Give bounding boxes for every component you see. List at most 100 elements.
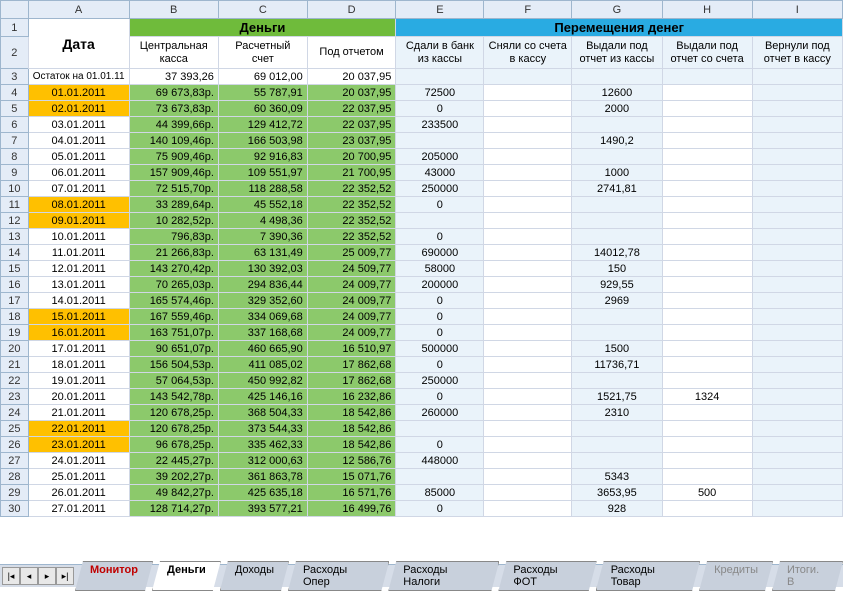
cell-move-6-4[interactable]	[752, 117, 842, 133]
cell-money-17-1[interactable]: 329 352,60	[218, 293, 307, 309]
spreadsheet-grid[interactable]: ABCDEFGHI1ДатаДеньгиПеремещения денег2Це…	[0, 0, 843, 560]
cell-money-8-0[interactable]: 75 909,46р.	[129, 149, 218, 165]
cell-date-14[interactable]: 11.01.2011	[28, 245, 129, 261]
cell-money-23-0[interactable]: 143 542,78р.	[129, 389, 218, 405]
cell-money-9-2[interactable]: 21 700,95	[307, 165, 396, 181]
cell-money-29-1[interactable]: 425 635,18	[218, 485, 307, 501]
row-header-2[interactable]: 2	[1, 37, 29, 69]
cell-date-18[interactable]: 15.01.2011	[28, 309, 129, 325]
cell-money-24-0[interactable]: 120 678,25р.	[129, 405, 218, 421]
cell-move-23-3[interactable]: 1324	[662, 389, 752, 405]
cell-move-5-0[interactable]: 0	[396, 101, 484, 117]
cell-date-5[interactable]: 02.01.2011	[28, 101, 129, 117]
cell-move-13-3[interactable]	[662, 229, 752, 245]
cell-move-4-4[interactable]	[752, 85, 842, 101]
row-header-1[interactable]: 1	[1, 19, 29, 37]
cell-move-8-1[interactable]	[484, 149, 572, 165]
cell-move-9-2[interactable]: 1000	[572, 165, 662, 181]
col-header-E[interactable]: E	[396, 1, 484, 19]
cell-move-21-3[interactable]	[662, 357, 752, 373]
cell-date-28[interactable]: 25.01.2011	[28, 469, 129, 485]
cell-move-11-1[interactable]	[484, 197, 572, 213]
cell-move-29-2[interactable]: 3653,95	[572, 485, 662, 501]
row-header-14[interactable]: 14	[1, 245, 29, 261]
cell-move-14-3[interactable]	[662, 245, 752, 261]
cell-move-22-0[interactable]: 250000	[396, 373, 484, 389]
cell-money-25-1[interactable]: 373 544,33	[218, 421, 307, 437]
cell-money-29-0[interactable]: 49 842,27р.	[129, 485, 218, 501]
cell-move-4-1[interactable]	[484, 85, 572, 101]
cell-move-10-0[interactable]: 250000	[396, 181, 484, 197]
cell-money-28-0[interactable]: 39 202,27р.	[129, 469, 218, 485]
cell-move-18-2[interactable]	[572, 309, 662, 325]
cell-move-18-1[interactable]	[484, 309, 572, 325]
col-header-C[interactable]: C	[218, 1, 307, 19]
col-header-B[interactable]: B	[129, 1, 218, 19]
row-header-18[interactable]: 18	[1, 309, 29, 325]
cell-money-21-1[interactable]: 411 085,02	[218, 357, 307, 373]
cell-move-16-2[interactable]: 929,55	[572, 277, 662, 293]
row-header-11[interactable]: 11	[1, 197, 29, 213]
cell-move-6-3[interactable]	[662, 117, 752, 133]
cell-money-10-0[interactable]: 72 515,70р.	[129, 181, 218, 197]
tab-nav-first[interactable]: |◂	[2, 567, 20, 585]
cell-money-30-2[interactable]: 16 499,76	[307, 501, 396, 517]
row-header-26[interactable]: 26	[1, 437, 29, 453]
cell-date-17[interactable]: 14.01.2011	[28, 293, 129, 309]
cell-move-6-1[interactable]	[484, 117, 572, 133]
cell-date-20[interactable]: 17.01.2011	[28, 341, 129, 357]
row-header-21[interactable]: 21	[1, 357, 29, 373]
cell-move-24-3[interactable]	[662, 405, 752, 421]
cell-money-19-1[interactable]: 337 168,68	[218, 325, 307, 341]
cell-move-26-0[interactable]: 0	[396, 437, 484, 453]
cell-money-7-0[interactable]: 140 109,46р.	[129, 133, 218, 149]
cell-move-27-3[interactable]	[662, 453, 752, 469]
cell-move-10-2[interactable]: 2741,81	[572, 181, 662, 197]
cell-date-22[interactable]: 19.01.2011	[28, 373, 129, 389]
cell-money-5-1[interactable]: 60 360,09	[218, 101, 307, 117]
cell-move-30-3[interactable]	[662, 501, 752, 517]
cell-move-22-1[interactable]	[484, 373, 572, 389]
cell-move-29-1[interactable]	[484, 485, 572, 501]
cell-move-25-4[interactable]	[752, 421, 842, 437]
cell-money-13-2[interactable]: 22 352,52	[307, 229, 396, 245]
cell-move-24-4[interactable]	[752, 405, 842, 421]
cell-move-21-4[interactable]	[752, 357, 842, 373]
tab-nav-last[interactable]: ▸|	[56, 567, 74, 585]
cell-money-22-2[interactable]: 17 862,68	[307, 373, 396, 389]
row-header-17[interactable]: 17	[1, 293, 29, 309]
cell-move-13-4[interactable]	[752, 229, 842, 245]
cell-money-16-0[interactable]: 70 265,03р.	[129, 277, 218, 293]
cell-money-12-1[interactable]: 4 498,36	[218, 213, 307, 229]
cell-money-5-2[interactable]: 22 037,95	[307, 101, 396, 117]
cell-move-4-3[interactable]	[662, 85, 752, 101]
cell-move-23-2[interactable]: 1521,75	[572, 389, 662, 405]
cell-money-10-2[interactable]: 22 352,52	[307, 181, 396, 197]
cell-money-25-0[interactable]: 120 678,25р.	[129, 421, 218, 437]
cell-date-8[interactable]: 05.01.2011	[28, 149, 129, 165]
cell-move-13-0[interactable]: 0	[396, 229, 484, 245]
cell-money-9-1[interactable]: 109 551,97	[218, 165, 307, 181]
col-header-A[interactable]: A	[28, 1, 129, 19]
cell-move-17-3[interactable]	[662, 293, 752, 309]
cell-move-29-3[interactable]: 500	[662, 485, 752, 501]
cell-move-19-4[interactable]	[752, 325, 842, 341]
cell-move-7-0[interactable]	[396, 133, 484, 149]
cell-date-10[interactable]: 07.01.2011	[28, 181, 129, 197]
cell-move-24-2[interactable]: 2310	[572, 405, 662, 421]
cell-move-10-4[interactable]	[752, 181, 842, 197]
cell-date-26[interactable]: 23.01.2011	[28, 437, 129, 453]
row-header-27[interactable]: 27	[1, 453, 29, 469]
cell-money-5-0[interactable]: 73 673,83р.	[129, 101, 218, 117]
cell-date-6[interactable]: 03.01.2011	[28, 117, 129, 133]
cell-move-12-2[interactable]	[572, 213, 662, 229]
cell-money-7-1[interactable]: 166 503,98	[218, 133, 307, 149]
cell-money-4-0[interactable]: 69 673,83р.	[129, 85, 218, 101]
cell-move-28-3[interactable]	[662, 469, 752, 485]
cell-money-8-2[interactable]: 20 700,95	[307, 149, 396, 165]
cell-move-15-2[interactable]: 150	[572, 261, 662, 277]
cell-date-29[interactable]: 26.01.2011	[28, 485, 129, 501]
cell-move-7-2[interactable]: 1490,2	[572, 133, 662, 149]
row-header-13[interactable]: 13	[1, 229, 29, 245]
cell-money-12-2[interactable]: 22 352,52	[307, 213, 396, 229]
